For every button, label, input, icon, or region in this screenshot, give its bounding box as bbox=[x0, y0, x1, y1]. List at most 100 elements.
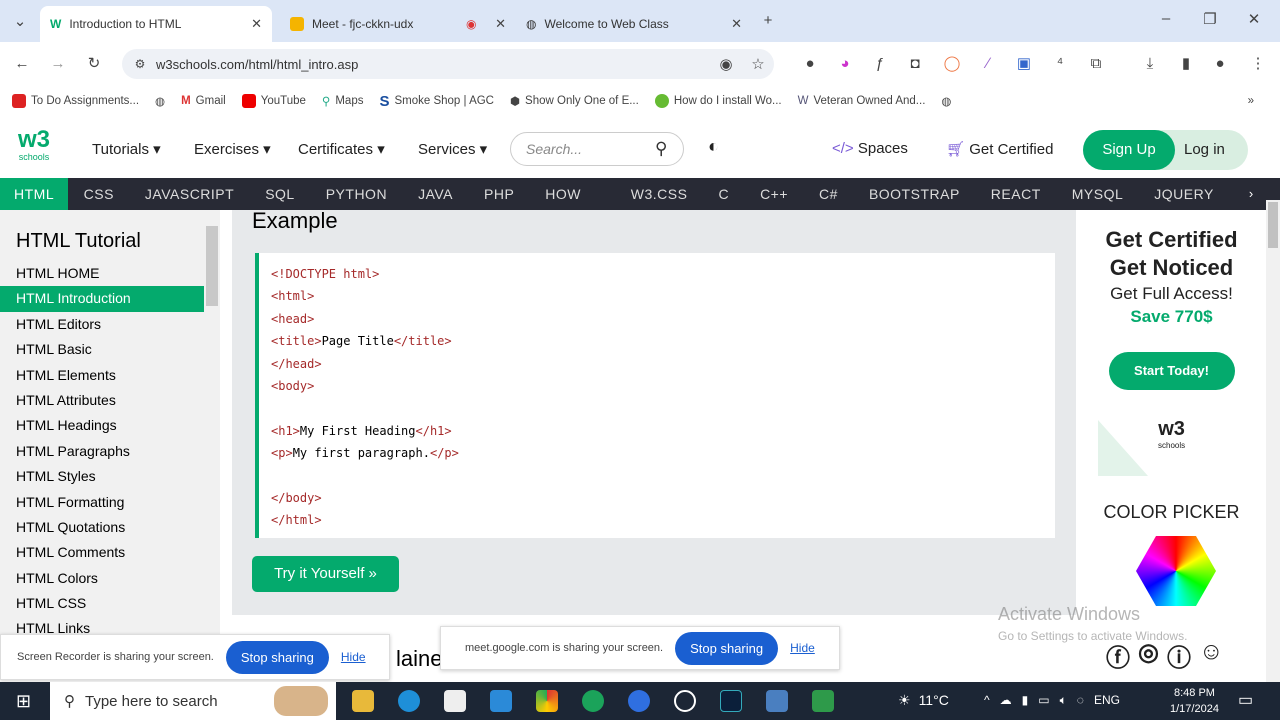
new-tab-icon[interactable]: + bbox=[758, 12, 778, 29]
app-icon[interactable] bbox=[628, 690, 650, 712]
bookmark[interactable]: M Gmail bbox=[181, 95, 226, 107]
get-certified-link[interactable]: 🛒︎ Get Certified bbox=[946, 140, 1053, 158]
taskbar-search-input[interactable]: ⚲ Type here to search bbox=[50, 682, 336, 720]
minimize-icon[interactable]: – bbox=[1156, 10, 1176, 27]
close-icon[interactable]: ✕ bbox=[495, 16, 506, 32]
sidebar-item[interactable]: HTML Paragraphs bbox=[0, 439, 204, 464]
hide-link[interactable]: Hide bbox=[790, 641, 815, 655]
nav-item[interactable]: C# bbox=[804, 178, 854, 210]
site-info-icon[interactable]: ⚙ bbox=[130, 57, 150, 71]
nav-item[interactable]: PYTHON bbox=[310, 178, 402, 210]
bookmark[interactable]: How do I install Wo... bbox=[654, 94, 782, 108]
nav-item[interactable]: CSS bbox=[68, 178, 129, 210]
nav-item[interactable]: JAVA bbox=[403, 178, 469, 210]
nav-item[interactable]: MYSQL bbox=[1056, 178, 1139, 210]
sidebar-item[interactable]: HTML HOME bbox=[0, 261, 204, 286]
pen-icon[interactable]: ∕ bbox=[978, 55, 998, 72]
bookmark[interactable]: To Do Assignments... bbox=[12, 94, 139, 108]
bookmark-globe-icon[interactable]: ◍ bbox=[155, 94, 165, 108]
volume-icon[interactable]: 🔈︎ bbox=[1060, 693, 1067, 708]
nav-item[interactable]: C bbox=[703, 178, 745, 210]
search-icon[interactable]: ⚲ bbox=[655, 139, 667, 159]
app-icon[interactable] bbox=[582, 690, 604, 712]
tab-recording[interactable]: ◉ ✕ bbox=[456, 6, 516, 42]
nav-item[interactable]: HTML bbox=[0, 178, 69, 210]
nav-item[interactable]: HOW TO bbox=[530, 178, 615, 234]
extension-icon[interactable]: ◕ bbox=[835, 55, 855, 72]
menu-icon[interactable]: ⋮ bbox=[1248, 54, 1268, 72]
extension-icon[interactable]: ● bbox=[800, 55, 820, 72]
star-icon[interactable]: ☆ bbox=[748, 55, 768, 73]
sidebar-item[interactable]: HTML Elements bbox=[0, 363, 204, 388]
clock[interactable]: 8:48 PM 1/17/2024 bbox=[1170, 685, 1219, 717]
sidebar-item[interactable]: HTML Attributes bbox=[0, 388, 204, 413]
nav-item[interactable]: C++ bbox=[745, 178, 804, 210]
sidebar-item[interactable]: HTML Links bbox=[0, 616, 204, 635]
restore-icon[interactable]: ❐ bbox=[1200, 10, 1220, 28]
stop-sharing-button[interactable]: Stop sharing bbox=[675, 631, 779, 665]
tab-meet[interactable]: Meet - fjc-ckkn-udx bbox=[280, 6, 450, 42]
chevron-up-icon[interactable]: ^ bbox=[984, 693, 990, 708]
reload-icon[interactable]: ↻ bbox=[84, 54, 104, 72]
bookmark[interactable]: ⚲ Maps bbox=[322, 94, 364, 108]
eye-icon[interactable]: ◉ bbox=[716, 55, 736, 73]
nav-item[interactable]: SQL bbox=[250, 178, 311, 210]
menu-certificates[interactable]: Certificates ▾ bbox=[298, 140, 385, 158]
tab-introduction[interactable]: W Introduction to HTML ✕ bbox=[40, 6, 272, 42]
sidebar-item[interactable]: HTML Colors bbox=[0, 566, 204, 591]
bookmark[interactable]: S Smoke Shop | AGC bbox=[379, 93, 494, 110]
bookmark[interactable]: YouTube bbox=[241, 94, 306, 108]
extension-icon[interactable]: ▣ bbox=[1014, 54, 1034, 72]
nav-item[interactable]: JAVASCRIPT bbox=[129, 178, 249, 210]
windows-start-icon[interactable]: ⊞ bbox=[16, 691, 31, 712]
sidebar-item[interactable]: HTML CSS bbox=[0, 591, 204, 616]
bookmark[interactable]: ⬢ Show Only One of E... bbox=[510, 94, 639, 108]
sidebar-item[interactable]: HTML Styles bbox=[0, 464, 204, 489]
stop-sharing-button[interactable]: Stop sharing bbox=[225, 640, 329, 674]
signup-button[interactable]: Sign Up bbox=[1083, 130, 1175, 170]
sidebar-item[interactable]: HTML Comments bbox=[0, 540, 204, 565]
hide-link[interactable]: Hide bbox=[341, 650, 366, 664]
close-icon[interactable]: ✕ bbox=[251, 16, 262, 32]
file-explorer-icon[interactable] bbox=[352, 690, 374, 712]
tab-search-icon[interactable]: ⌄ bbox=[10, 12, 30, 30]
w3schools-logo[interactable]: w3 schools bbox=[18, 128, 50, 163]
sidebar-item[interactable]: HTML Headings bbox=[0, 413, 204, 438]
battery-icon[interactable]: ▭ bbox=[1038, 693, 1049, 708]
chrome-icon[interactable] bbox=[536, 690, 558, 712]
page-scrollbar[interactable] bbox=[1266, 200, 1280, 682]
sidebar-item[interactable]: HTML Introduction bbox=[0, 286, 204, 312]
tab-web-class[interactable]: ◍ Welcome to Web Class ✕ bbox=[516, 6, 752, 42]
address-bar[interactable]: ⚙ w3schools.com/html/html_intro.asp ◉ ☆ bbox=[122, 49, 774, 79]
sidebar-item[interactable]: HTML Formatting bbox=[0, 490, 204, 515]
puzzle-icon[interactable]: ⧉ bbox=[1086, 55, 1106, 72]
camera-icon[interactable]: ◘ bbox=[905, 55, 925, 72]
menu-services[interactable]: Services ▾ bbox=[418, 140, 487, 158]
download-icon[interactable]: ⤓ bbox=[1140, 55, 1160, 72]
store-icon[interactable] bbox=[444, 690, 466, 712]
nav-item[interactable]: BOOTSTRAP bbox=[853, 178, 975, 210]
weather[interactable]: ☀ 11°C bbox=[898, 692, 949, 709]
bookmark-globe-icon[interactable]: ◍ bbox=[941, 94, 951, 108]
photoshop-icon[interactable] bbox=[720, 690, 742, 712]
forward-icon[interactable]: → bbox=[48, 55, 68, 72]
login-button[interactable]: Log in bbox=[1184, 141, 1225, 158]
sidebar-item[interactable]: HTML Quotations bbox=[0, 515, 204, 540]
app-icon[interactable] bbox=[766, 690, 788, 712]
language[interactable]: ENG bbox=[1094, 693, 1120, 708]
menu-exercises[interactable]: Exercises ▾ bbox=[194, 140, 271, 158]
color-hexagon-icon[interactable] bbox=[1136, 536, 1216, 606]
try-it-yourself-button[interactable]: Try it Yourself » bbox=[252, 556, 399, 592]
sidebar-scrollbar[interactable] bbox=[206, 226, 218, 306]
linkedin-icon[interactable]: ⓘ bbox=[1167, 638, 1191, 673]
app-icon[interactable] bbox=[812, 690, 834, 712]
nav-item[interactable]: PHP bbox=[469, 178, 530, 210]
network-icon[interactable]: ☁ bbox=[1000, 693, 1012, 708]
extension-icon[interactable]: ƒ bbox=[870, 55, 890, 72]
sidebar-item[interactable]: HTML Basic bbox=[0, 337, 204, 362]
search-input[interactable]: Search... ⚲ bbox=[510, 132, 684, 166]
bookmark[interactable]: W Veteran Owned And... bbox=[798, 95, 926, 107]
extension-icon[interactable]: ◯ bbox=[942, 54, 962, 72]
edge-icon[interactable] bbox=[398, 690, 420, 712]
app-icon[interactable] bbox=[674, 690, 696, 712]
